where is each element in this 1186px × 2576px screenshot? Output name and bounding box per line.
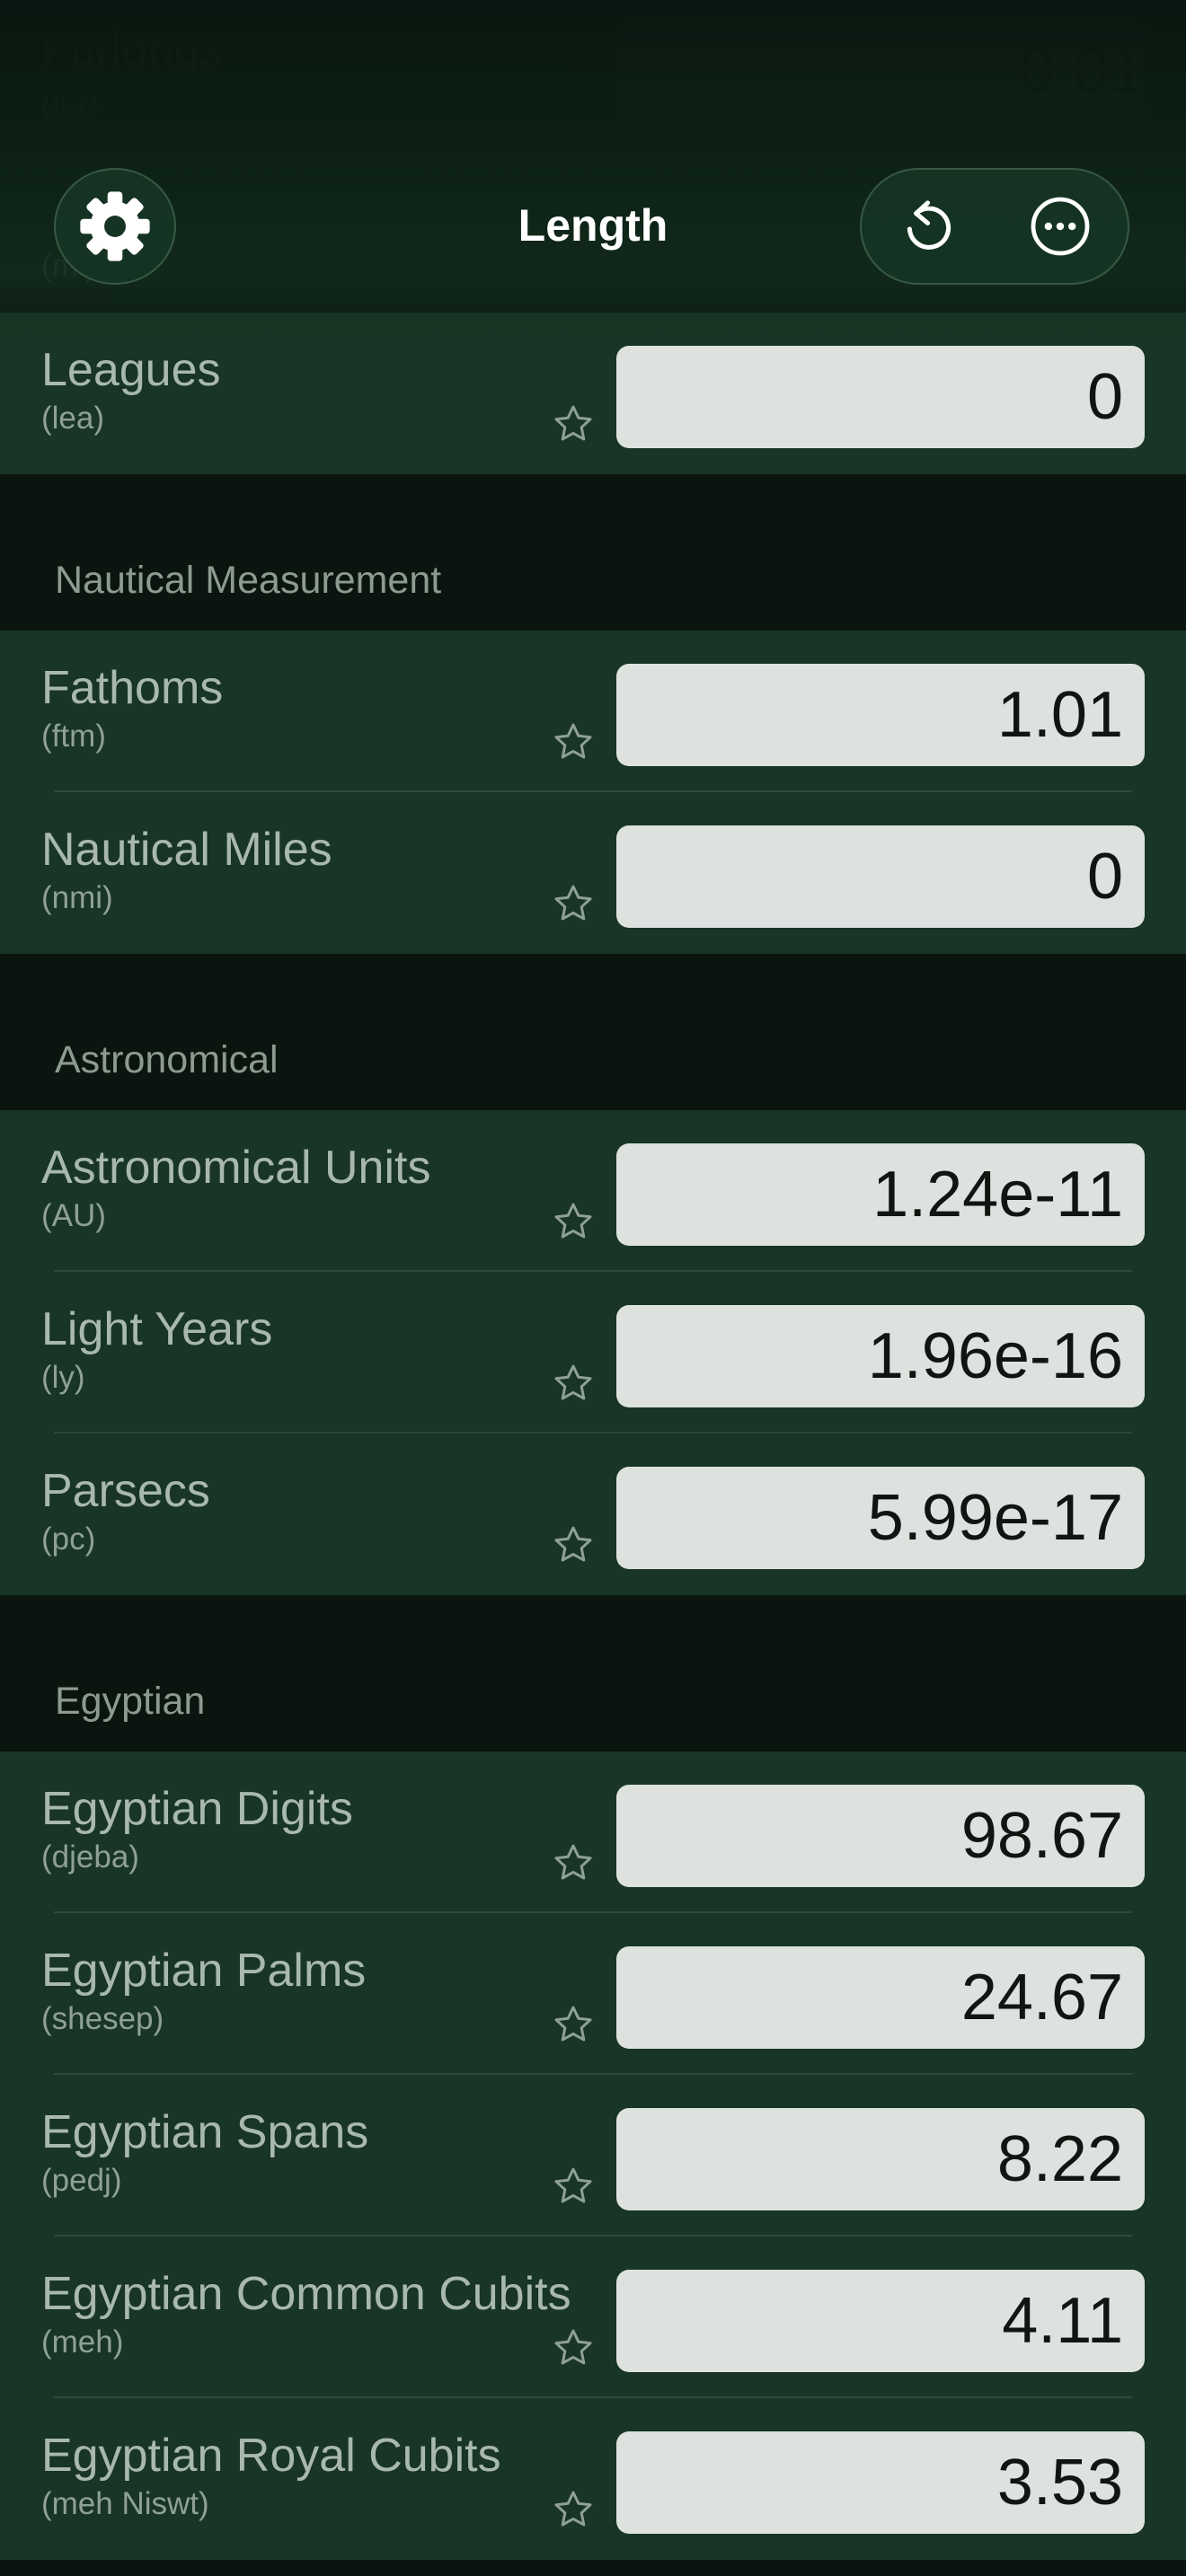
unit-name: Astronomical Units (41, 1142, 431, 1194)
unit-name: Fathoms (41, 662, 224, 714)
star-icon[interactable] (552, 402, 595, 446)
list-item-astronomical-units[interactable]: Astronomical Units (AU) (0, 1110, 1186, 1272)
section-title: Astronomical (55, 1038, 279, 1081)
unit-value-field[interactable] (616, 825, 1145, 928)
section-header-egyptian: Egyptian (0, 1595, 1186, 1751)
unit-name: Parsecs (41, 1465, 210, 1517)
section-header-astronomical: Astronomical (0, 954, 1186, 1110)
unit-abbreviation: (meh Niswt) (41, 2486, 209, 2521)
action-group (860, 168, 1129, 285)
star-icon[interactable] (552, 1841, 595, 1884)
reset-button[interactable] (862, 170, 996, 283)
unit-abbreviation: (shesep) (41, 2001, 164, 2036)
list-item: Furlongs (fur) 0.01 (0, 0, 1186, 162)
unit-abbreviation: (pc) (41, 1522, 96, 1557)
unit-abbreviation: (pedj) (41, 2163, 122, 2198)
list-item-leagues[interactable]: Leagues (lea) (0, 313, 1186, 474)
unit-value-field[interactable] (616, 1305, 1145, 1407)
list-item-light-years[interactable]: Light Years (ly) (0, 1272, 1186, 1434)
section-title: Nautical Measurement (55, 559, 442, 602)
unit-abbreviation: (meh) (41, 2325, 124, 2360)
unit-abbreviation: (djeba) (41, 1839, 139, 1875)
unit-value-field[interactable] (616, 2270, 1145, 2372)
unit-abbreviation: (fur) (41, 86, 100, 121)
unit-name: Egyptian Royal Cubits (41, 2430, 501, 2482)
ellipsis-circle-icon (1031, 197, 1090, 256)
unit-list[interactable]: Furlongs (fur) 0.01 (mi) Leagues (lea) N… (0, 0, 1186, 2576)
star-icon[interactable] (552, 2326, 595, 2369)
star-icon[interactable] (552, 2165, 595, 2208)
star-icon[interactable] (552, 2488, 595, 2531)
unit-abbreviation: (ly) (41, 1360, 85, 1395)
unit-abbreviation: (ftm) (41, 719, 106, 754)
unit-name: Light Years (41, 1303, 273, 1355)
unit-value-field[interactable] (616, 1143, 1145, 1246)
unit-abbreviation: (AU) (41, 1198, 106, 1233)
gear-icon (80, 191, 150, 261)
list-item-egyptian-palms[interactable]: Egyptian Palms (shesep) (0, 1913, 1186, 2075)
rotate-ccw-icon (907, 200, 951, 250)
list-item-nautical-miles[interactable]: Nautical Miles (nmi) (0, 792, 1186, 954)
star-icon[interactable] (552, 720, 595, 763)
unit-value-field[interactable] (616, 346, 1145, 448)
list-item-parsecs[interactable]: Parsecs (pc) (0, 1434, 1186, 1595)
unit-value-field[interactable] (616, 664, 1145, 766)
list-item-egyptian-common-cubits[interactable]: Egyptian Common Cubits (meh) (0, 2236, 1186, 2398)
unit-name: Furlongs (41, 24, 224, 76)
unit-name: Egyptian Spans (41, 2106, 369, 2158)
star-icon[interactable] (552, 1362, 595, 1405)
unit-value-field[interactable] (616, 1946, 1145, 2049)
star-icon[interactable] (552, 882, 595, 925)
more-button[interactable] (993, 170, 1128, 283)
star-icon[interactable] (552, 1200, 595, 1243)
star-icon[interactable] (552, 1523, 595, 1566)
list-item-egyptian-digits[interactable]: Egyptian Digits (djeba) (0, 1751, 1186, 1913)
unit-name: Egyptian Common Cubits (41, 2268, 571, 2320)
unit-value: 0.01 (1018, 35, 1145, 107)
unit-value-field[interactable] (616, 1785, 1145, 1887)
unit-abbreviation: (nmi) (41, 880, 113, 915)
section-header-nautical: Nautical Measurement (0, 474, 1186, 631)
list-item-fathoms[interactable]: Fathoms (ftm) (0, 631, 1186, 792)
list-item-egyptian-royal-cubits[interactable]: Egyptian Royal Cubits (meh Niswt) (0, 2398, 1186, 2560)
settings-button[interactable] (54, 168, 176, 285)
unit-value-field[interactable] (616, 1467, 1145, 1569)
unit-value-field[interactable] (616, 2431, 1145, 2534)
list-item-egyptian-spans[interactable]: Egyptian Spans (pedj) (0, 2075, 1186, 2236)
unit-name: Egyptian Palms (41, 1945, 367, 1997)
star-icon[interactable] (552, 2003, 595, 2046)
unit-name: Leagues (41, 344, 221, 396)
unit-abbreviation: (lea) (41, 401, 105, 436)
unit-value-field[interactable] (616, 2108, 1145, 2210)
unit-name: Egyptian Digits (41, 1783, 353, 1835)
section-title: Egyptian (55, 1680, 206, 1723)
unit-name: Nautical Miles (41, 824, 332, 876)
